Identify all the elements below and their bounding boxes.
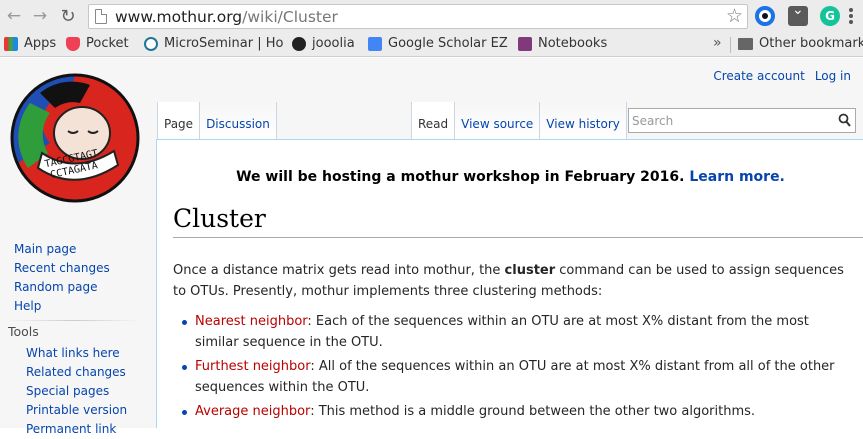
bookmark-jooolia[interactable]: jooolia xyxy=(292,36,355,51)
sidebar-item-recent-changes[interactable]: Recent changes xyxy=(14,259,110,278)
sidebar-item-what-links-here[interactable]: What links here xyxy=(26,344,127,363)
tab-page[interactable]: Page xyxy=(157,102,201,139)
bookmark-apps[interactable]: Apps xyxy=(4,36,56,51)
sidebar-item-random-page[interactable]: Random page xyxy=(14,278,110,297)
main-content: We will be hosting a mothur workshop in … xyxy=(156,139,863,428)
wordpress-icon xyxy=(144,36,158,51)
pocket-icon xyxy=(66,36,80,51)
github-icon xyxy=(292,36,306,51)
list-item: Furthest neighbor: All of the sequences … xyxy=(173,356,853,398)
view-tabs: Read View source View history xyxy=(411,102,627,139)
list-item: Nearest neighbor: Each of the sequences … xyxy=(173,311,853,353)
bookmark-notebooks[interactable]: Notebooks xyxy=(518,36,607,51)
bookmark-microseminar[interactable]: MicroSeminar | Ho xyxy=(144,36,283,51)
search-box xyxy=(628,108,856,133)
apps-grid-icon xyxy=(4,36,18,51)
sidebar-item-special-pages[interactable]: Special pages xyxy=(26,382,127,401)
list-item: Average neighbor: This method is a middl… xyxy=(173,401,853,422)
site-notice: We will be hosting a mothur workshop in … xyxy=(157,169,863,185)
bookmark-label: jooolia xyxy=(312,36,355,51)
bookmark-label: MicroSeminar | Ho xyxy=(164,36,284,51)
url-text[interactable]: www.mothur.org/wiki/Cluster xyxy=(115,8,338,26)
reload-icon[interactable]: ↻ xyxy=(58,6,78,27)
bookmark-label: Other bookmark xyxy=(759,36,863,51)
menu-icon[interactable] xyxy=(849,8,853,24)
back-arrow-icon[interactable]: ← xyxy=(4,6,24,26)
furthest-neighbor-link[interactable]: Furthest neighbor xyxy=(195,359,310,374)
eye-extension-icon[interactable] xyxy=(755,6,775,26)
search-icon[interactable] xyxy=(838,113,851,128)
sidebar-item-main-page[interactable]: Main page xyxy=(14,240,110,259)
tab-view-history[interactable]: View history xyxy=(540,102,627,139)
wiki-page: TAGCGTAGT CCTAGATA Create account Log in… xyxy=(0,58,863,436)
page-icon xyxy=(95,9,107,24)
bookmark-label: Google Scholar EZ xyxy=(388,36,508,51)
sidebar-item-related-changes[interactable]: Related changes xyxy=(26,363,127,382)
bookmark-other[interactable]: Other bookmark xyxy=(738,36,863,51)
bookmark-label: Pocket xyxy=(86,36,129,51)
methods-list: Nearest neighbor: Each of the sequences … xyxy=(173,311,853,422)
personal-tools: Create account Log in xyxy=(713,69,851,83)
url-domain: www.mothur.org xyxy=(115,8,243,26)
tab-view-source[interactable]: View source xyxy=(455,102,541,139)
sidebar-divider xyxy=(8,320,141,321)
more-bookmarks-chevron[interactable]: » xyxy=(713,35,722,51)
method-description: : This method is a middle ground between… xyxy=(310,404,756,419)
log-in-link[interactable]: Log in xyxy=(815,69,851,83)
pocket-extension-icon[interactable] xyxy=(788,2,808,26)
bookmark-google-scholar[interactable]: Google Scholar EZ xyxy=(368,36,508,51)
create-account-link[interactable]: Create account xyxy=(713,69,805,83)
onenote-icon xyxy=(518,36,532,51)
bookmark-pocket[interactable]: Pocket xyxy=(66,36,129,51)
grammarly-extension-icon[interactable]: G xyxy=(820,6,840,26)
intro-text: Once a distance matrix gets read into mo… xyxy=(173,263,505,278)
address-bar[interactable]: www.mothur.org/wiki/Cluster ☆ xyxy=(88,4,748,29)
tools-navigation: What links here Related changes Special … xyxy=(26,344,127,439)
mothur-logo[interactable]: TAGCGTAGT CCTAGATA xyxy=(10,73,140,203)
intro-command-name: cluster xyxy=(504,263,556,278)
article-body: Once a distance matrix gets read into mo… xyxy=(173,260,853,425)
tab-read[interactable]: Read xyxy=(411,102,456,139)
sidebar-navigation: Main page Recent changes Random page Hel… xyxy=(14,240,110,316)
search-input[interactable] xyxy=(632,112,827,129)
bookmark-label: Apps xyxy=(24,36,57,51)
bookmark-star-icon[interactable]: ☆ xyxy=(726,5,743,27)
tab-discussion[interactable]: Discussion xyxy=(200,102,277,139)
scholar-icon xyxy=(368,36,382,51)
bookmark-label: Notebooks xyxy=(538,36,608,51)
folder-icon xyxy=(738,37,753,50)
url-path: /wiki/Cluster xyxy=(242,8,338,26)
page-title: Cluster xyxy=(173,204,863,238)
sidebar-item-permanent-link[interactable]: Permanent link xyxy=(26,420,127,439)
intro-paragraph: Once a distance matrix gets read into mo… xyxy=(173,260,853,302)
forward-arrow-icon[interactable]: → xyxy=(30,6,50,26)
nearest-neighbor-link[interactable]: Nearest neighbor xyxy=(195,314,307,329)
learn-more-link[interactable]: Learn more. xyxy=(689,169,785,185)
site-notice-text: We will be hosting a mothur workshop in … xyxy=(236,169,685,185)
namespace-tabs: Page Discussion xyxy=(157,102,277,139)
sidebar-item-help[interactable]: Help xyxy=(14,297,110,316)
bookmarks-divider xyxy=(730,37,731,53)
average-neighbor-link[interactable]: Average neighbor xyxy=(195,404,310,419)
browser-toolbar: ← → ↻ www.mothur.org/wiki/Cluster ☆ G xyxy=(0,0,863,33)
bookmarks-bar: Apps Pocket MicroSeminar | Ho jooolia Go… xyxy=(0,33,863,57)
sidebar-item-printable-version[interactable]: Printable version xyxy=(26,401,127,420)
tools-heading[interactable]: Tools xyxy=(8,324,39,339)
